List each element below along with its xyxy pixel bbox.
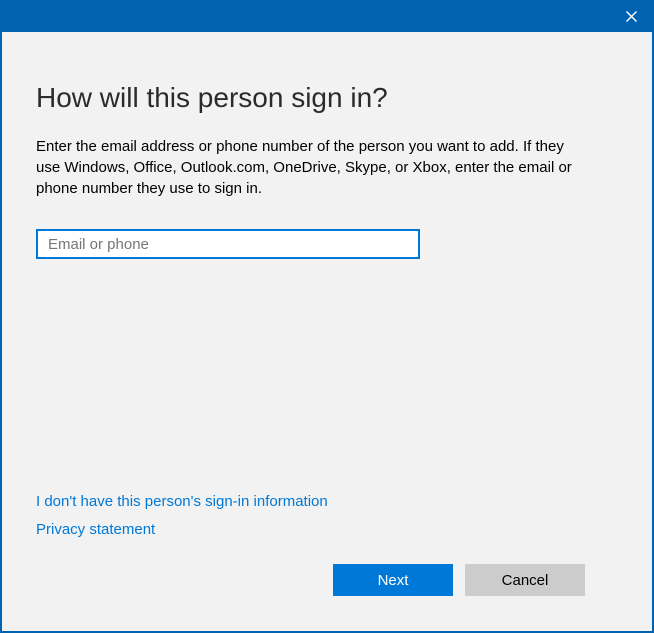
dialog-content: How will this person sign in? Enter the …: [2, 32, 652, 631]
page-title: How will this person sign in?: [36, 82, 388, 114]
privacy-statement-link[interactable]: Privacy statement: [36, 521, 155, 538]
dialog-window: How will this person sign in? Enter the …: [0, 0, 654, 633]
cancel-button[interactable]: Cancel: [465, 564, 585, 596]
next-button[interactable]: Next: [333, 564, 453, 596]
email-or-phone-input[interactable]: [36, 229, 420, 259]
close-button[interactable]: [608, 0, 654, 32]
no-signin-info-link[interactable]: I don't have this person's sign-in infor…: [36, 493, 328, 510]
description-text: Enter the email address or phone number …: [36, 136, 584, 199]
close-icon: [625, 10, 638, 23]
titlebar[interactable]: [0, 0, 654, 32]
